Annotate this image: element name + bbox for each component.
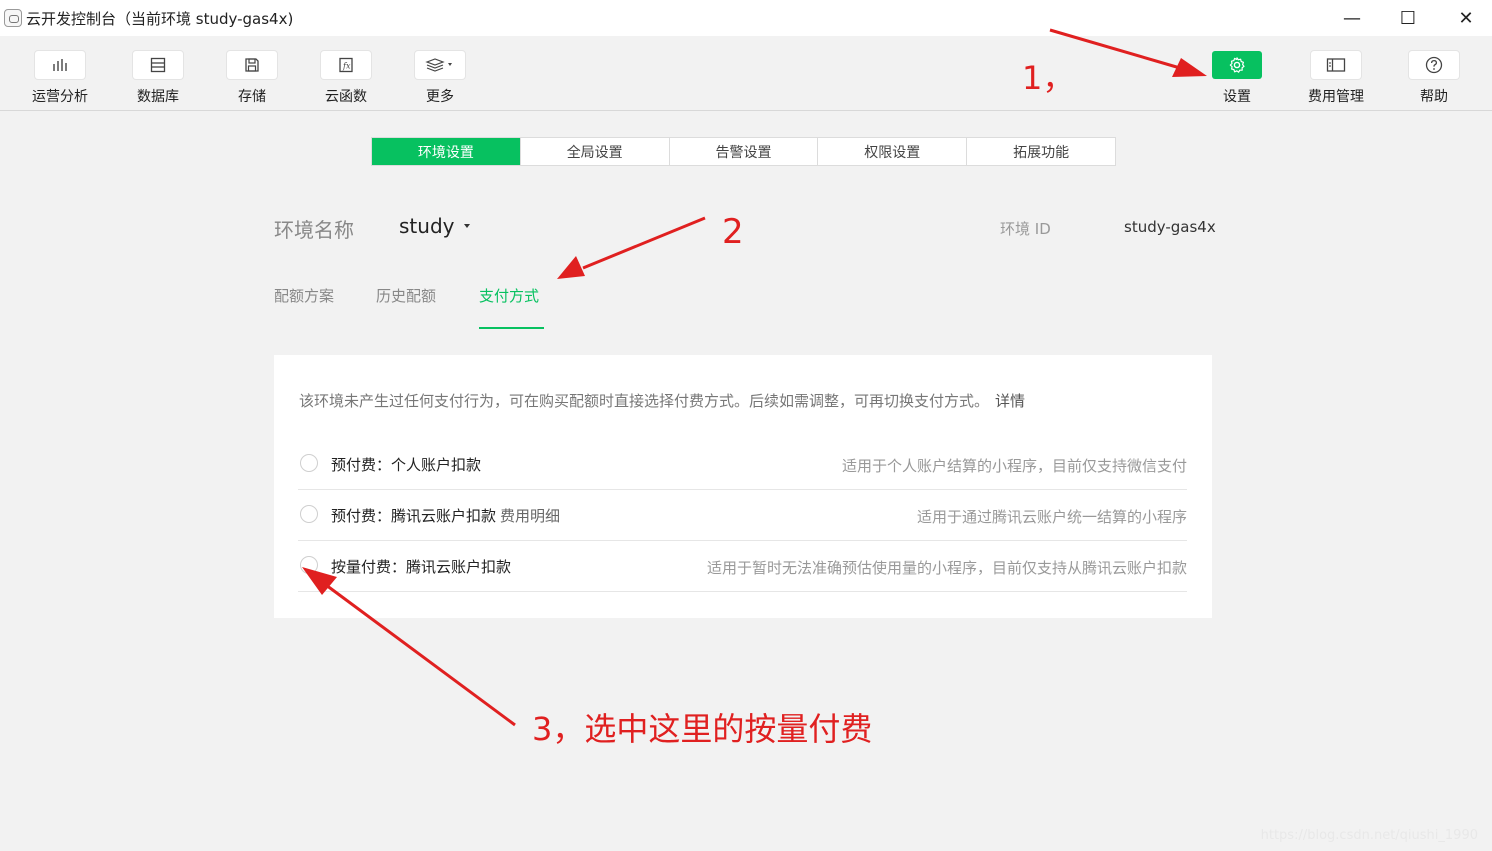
function-icon: fx — [321, 51, 371, 79]
app-logo-icon — [4, 9, 22, 27]
svg-text:fx: fx — [342, 62, 351, 71]
subtab-payment-method[interactable]: 支付方式 — [479, 285, 539, 306]
option-label: 按量付费：腾讯云账户扣款 — [331, 558, 512, 576]
arrow-2-head — [557, 256, 585, 279]
annotation-step-1: 1， — [1022, 59, 1075, 97]
env-name-value: study — [399, 214, 455, 238]
payment-description: 该环境未产生过任何支付行为，可在购买配额时直接选择付费方式。后续如需调整，可再切… — [299, 390, 1025, 411]
fee-details-link[interactable]: 费用明细 — [500, 507, 560, 525]
option-hint: 适用于暂时无法准确预估使用量的小程序，目前仅支持从腾讯云账户扣款 — [706, 559, 1187, 577]
payment-description-text: 该环境未产生过任何支付行为，可在购买配额时直接选择付费方式。后续如需调整，可再切… — [299, 392, 990, 410]
tab-alert-settings[interactable]: 告警设置 — [670, 138, 819, 165]
help-icon — [1409, 51, 1459, 79]
toolbar-settings-button[interactable]: 设置 — [1192, 51, 1282, 106]
title-bar: 云开发控制台（当前环境 study-gas4x) — ☐ ✕ — [0, 0, 1492, 36]
active-subtab-indicator — [479, 327, 544, 329]
payment-option-prepaid-tencent[interactable]: 预付费：腾讯云账户扣款 费用明细 适用于通过腾讯云账户统一结算的小程序 — [298, 490, 1187, 541]
toolbar-storage-button[interactable]: 存储 — [207, 51, 297, 106]
database-icon — [133, 51, 183, 79]
window-title: 云开发控制台（当前环境 study-gas4x) — [26, 10, 294, 28]
toolbar-analytics-button[interactable]: 运营分析 — [15, 51, 105, 106]
details-link[interactable]: 详情 — [995, 392, 1025, 410]
watermark-text: https://blog.csdn.net/qiushi_1990 — [1260, 828, 1478, 843]
toolbar-label: 费用管理 — [1308, 89, 1364, 105]
toolbar-more-button[interactable]: 更多 — [395, 51, 485, 106]
toolbar-help-button[interactable]: 帮助 — [1389, 51, 1479, 106]
option-label: 预付费：个人账户扣款 — [331, 456, 482, 474]
gear-icon — [1212, 51, 1262, 79]
annotation-step-3: 3，选中这里的按量付费 — [532, 710, 873, 748]
layers-icon — [415, 51, 465, 79]
toolbar: 运营分析 数据库 存储 fx 云函数 更多 设置 费用管理 帮助 — [0, 36, 1492, 111]
storage-icon — [227, 51, 277, 79]
toolbar-label: 更多 — [426, 89, 454, 105]
toolbar-functions-button[interactable]: fx 云函数 — [301, 51, 391, 106]
radio-button[interactable] — [300, 556, 318, 574]
subtab-quota-plan[interactable]: 配额方案 — [274, 285, 334, 306]
payment-option-pay-as-you-go[interactable]: 按量付费：腾讯云账户扣款 适用于暂时无法准确预估使用量的小程序，目前仅支持从腾讯… — [298, 541, 1187, 592]
bar-chart-icon — [35, 51, 85, 79]
radio-button[interactable] — [300, 505, 318, 523]
toolbar-label: 云函数 — [325, 89, 367, 105]
env-selector[interactable]: study — [399, 214, 471, 238]
option-label: 预付费：腾讯云账户扣款 费用明细 — [331, 507, 561, 525]
toolbar-label: 设置 — [1223, 89, 1251, 105]
tab-env-settings[interactable]: 环境设置 — [372, 138, 521, 165]
payment-option-prepaid-personal[interactable]: 预付费：个人账户扣款 适用于个人账户结算的小程序，目前仅支持微信支付 — [298, 439, 1187, 490]
tab-global-settings[interactable]: 全局设置 — [521, 138, 670, 165]
option-hint: 适用于个人账户结算的小程序，目前仅支持微信支付 — [841, 457, 1187, 475]
toolbar-database-button[interactable]: 数据库 — [113, 51, 203, 106]
toolbar-label: 存储 — [238, 89, 266, 105]
env-id-label: 环境 ID — [1000, 220, 1051, 238]
caret-down-icon — [464, 224, 471, 228]
toolbar-label: 帮助 — [1420, 89, 1448, 105]
toolbar-billing-button[interactable]: 费用管理 — [1291, 51, 1381, 106]
billing-icon — [1311, 51, 1361, 79]
tab-extensions[interactable]: 拓展功能 — [967, 138, 1115, 165]
subtab-quota-history[interactable]: 历史配额 — [376, 285, 436, 306]
option-hint: 适用于通过腾讯云账户统一结算的小程序 — [916, 508, 1187, 526]
settings-tabs: 环境设置 全局设置 告警设置 权限设置 拓展功能 — [371, 137, 1116, 166]
minimize-button[interactable]: — — [1329, 2, 1375, 34]
annotation-step-2: 2 — [722, 212, 744, 252]
radio-button[interactable] — [300, 454, 318, 472]
close-button[interactable]: ✕ — [1443, 2, 1489, 34]
payment-method-card: 该环境未产生过任何支付行为，可在购买配额时直接选择付费方式。后续如需调整，可再切… — [274, 355, 1212, 618]
toolbar-label: 运营分析 — [32, 89, 88, 105]
tab-permission-settings[interactable]: 权限设置 — [818, 138, 968, 165]
env-name-label: 环境名称 — [274, 218, 354, 242]
env-id-value: study-gas4x — [1124, 218, 1216, 236]
toolbar-label: 数据库 — [137, 89, 179, 105]
maximize-button[interactable]: ☐ — [1385, 2, 1431, 34]
